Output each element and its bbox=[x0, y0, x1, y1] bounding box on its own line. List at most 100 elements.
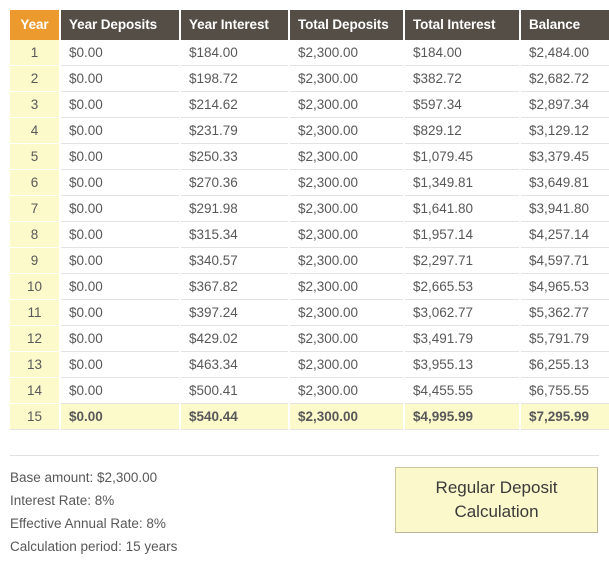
column-header-year-deposits: Year Deposits bbox=[61, 10, 179, 40]
cell-tdep: $2,300.00 bbox=[290, 248, 403, 274]
cell-tdep: $2,300.00 bbox=[290, 352, 403, 378]
cell-ydep: $0.00 bbox=[61, 378, 179, 404]
table-row: 9 $0.00 $340.57 $2,300.00 $2,297.71 $4,597.71 bbox=[10, 248, 609, 274]
table-row: 12 $0.00 $429.02 $2,300.00 $3,491.79 $5,791.7… bbox=[10, 326, 609, 352]
table-row: 14 $0.00 $500.41 $2,300.00 $4,455.55 $6,755.5… bbox=[10, 378, 609, 404]
cell-year: 3 bbox=[10, 92, 59, 118]
cell-bal: $2,897.34 bbox=[521, 92, 609, 118]
summary-line: Base amount: $2,300.00 bbox=[10, 470, 158, 485]
cell-bal: $5,362.77 bbox=[521, 300, 609, 326]
cell-year: 6 bbox=[10, 170, 59, 196]
cell-yint: $250.33 bbox=[181, 144, 288, 170]
cell-yint: $340.57 bbox=[181, 248, 288, 274]
cell-yint: $500.41 bbox=[181, 378, 288, 404]
column-header-total-interest: Total Interest bbox=[405, 10, 519, 40]
cell-ydep: $0.00 bbox=[61, 92, 179, 118]
cell-tdep: $2,300.00 bbox=[290, 378, 403, 404]
cell-tint: $597.34 bbox=[405, 92, 519, 118]
regular-deposit-calculation-button[interactable]: Regular Deposit Calculation bbox=[395, 467, 598, 533]
cell-tdep: $2,300.00 bbox=[290, 222, 403, 248]
cell-year: 11 bbox=[10, 300, 59, 326]
table-row: 10 $0.00 $367.82 $2,300.00 $2,665.53 $4,965.5… bbox=[10, 274, 609, 300]
cell-ydep: $0.00 bbox=[61, 40, 179, 66]
cell-ydep: $0.00 bbox=[61, 352, 179, 378]
cell-tint: $2,297.71 bbox=[405, 248, 519, 274]
table-row: 8 $0.00 $315.34 $2,300.00 $1,957.14 $4,257.14 bbox=[10, 222, 609, 248]
cell-tint: $184.00 bbox=[405, 40, 519, 66]
cell-tdep: $2,300.00 bbox=[290, 92, 403, 118]
cell-bal: $3,379.45 bbox=[521, 144, 609, 170]
cell-tint: $3,062.77 bbox=[405, 300, 519, 326]
cell-year: 4 bbox=[10, 118, 59, 144]
cell-yint: $429.02 bbox=[181, 326, 288, 352]
cell-bal: $3,941.80 bbox=[521, 196, 609, 222]
cell-year: 2 bbox=[10, 66, 59, 92]
cell-ydep: $0.00 bbox=[61, 118, 179, 144]
cell-tint: $3,491.79 bbox=[405, 326, 519, 352]
cell-year: 14 bbox=[10, 378, 59, 404]
cell-year: 8 bbox=[10, 222, 59, 248]
cell-bal: $6,255.13 bbox=[521, 352, 609, 378]
table-header: Year Year Deposits Year Interest Total D… bbox=[10, 10, 609, 40]
column-header-year: Year bbox=[10, 10, 59, 40]
cell-bal: $4,597.71 bbox=[521, 248, 609, 274]
cell-year: 13 bbox=[10, 352, 59, 378]
summary-line: Calculation period: 15 years bbox=[10, 539, 178, 554]
summary-line: Effective Annual Rate: 8% bbox=[10, 516, 166, 531]
deposit-schedule-table: Year Year Deposits Year Interest Total D… bbox=[8, 10, 609, 430]
cell-ydep: $0.00 bbox=[61, 66, 179, 92]
cell-year: 1 bbox=[10, 40, 59, 66]
cell-yint: $198.72 bbox=[181, 66, 288, 92]
cell-tdep: $2,300.00 bbox=[290, 404, 403, 430]
cell-tint: $829.12 bbox=[405, 118, 519, 144]
cell-bal: $4,257.14 bbox=[521, 222, 609, 248]
section-divider bbox=[10, 455, 599, 456]
table-row: 11 $0.00 $397.24 $2,300.00 $3,062.77 $5,362.7… bbox=[10, 300, 609, 326]
table-row: 15 $0.00 $540.44 $2,300.00 $4,995.99 $7,295.9… bbox=[10, 404, 609, 430]
cell-year: 7 bbox=[10, 196, 59, 222]
cell-tint: $1,957.14 bbox=[405, 222, 519, 248]
cell-bal: $3,649.81 bbox=[521, 170, 609, 196]
cell-yint: $463.34 bbox=[181, 352, 288, 378]
cell-ydep: $0.00 bbox=[61, 170, 179, 196]
cell-year: 9 bbox=[10, 248, 59, 274]
calc-button-label-line2: Calculation bbox=[454, 502, 539, 521]
cell-tint: $1,349.81 bbox=[405, 170, 519, 196]
table-row: 3 $0.00 $214.62 $2,300.00 $597.34 $2,897.34 bbox=[10, 92, 609, 118]
column-header-total-deposits: Total Deposits bbox=[290, 10, 403, 40]
cell-ydep: $0.00 bbox=[61, 144, 179, 170]
table-row: 2 $0.00 $198.72 $2,300.00 $382.72 $2,682.72 bbox=[10, 66, 609, 92]
table-row: 4 $0.00 $231.79 $2,300.00 $829.12 $3,129.12 bbox=[10, 118, 609, 144]
calc-button-label-line1: Regular Deposit bbox=[435, 478, 558, 497]
cell-year: 15 bbox=[10, 404, 59, 430]
table-row: 6 $0.00 $270.36 $2,300.00 $1,349.81 $3,649.81 bbox=[10, 170, 609, 196]
column-header-balance: Balance bbox=[521, 10, 609, 40]
cell-yint: $291.98 bbox=[181, 196, 288, 222]
cell-yint: $367.82 bbox=[181, 274, 288, 300]
cell-yint: $184.00 bbox=[181, 40, 288, 66]
cell-ydep: $0.00 bbox=[61, 248, 179, 274]
table-row: 1 $0.00 $184.00 $2,300.00 $184.00 $2,484.00 bbox=[10, 40, 609, 66]
cell-year: 12 bbox=[10, 326, 59, 352]
cell-tint: $1,079.45 bbox=[405, 144, 519, 170]
cell-yint: $315.34 bbox=[181, 222, 288, 248]
calculation-summary: Base amount: $2,300.00 Interest Rate: 8% E… bbox=[10, 466, 370, 558]
cell-yint: $397.24 bbox=[181, 300, 288, 326]
cell-ydep: $0.00 bbox=[61, 326, 179, 352]
cell-tdep: $2,300.00 bbox=[290, 66, 403, 92]
cell-tint: $4,455.55 bbox=[405, 378, 519, 404]
column-header-year-interest: Year Interest bbox=[181, 10, 288, 40]
cell-tdep: $2,300.00 bbox=[290, 118, 403, 144]
table-row: 7 $0.00 $291.98 $2,300.00 $1,641.80 $3,941.80 bbox=[10, 196, 609, 222]
calc-button-label: Regular Deposit Calculation bbox=[436, 476, 558, 524]
cell-bal: $2,484.00 bbox=[521, 40, 609, 66]
cell-bal: $3,129.12 bbox=[521, 118, 609, 144]
cell-ydep: $0.00 bbox=[61, 274, 179, 300]
cell-ydep: $0.00 bbox=[61, 404, 179, 430]
cell-yint: $270.36 bbox=[181, 170, 288, 196]
cell-ydep: $0.00 bbox=[61, 222, 179, 248]
cell-tdep: $2,300.00 bbox=[290, 170, 403, 196]
cell-ydep: $0.00 bbox=[61, 300, 179, 326]
cell-tint: $4,995.99 bbox=[405, 404, 519, 430]
cell-bal: $2,682.72 bbox=[521, 66, 609, 92]
